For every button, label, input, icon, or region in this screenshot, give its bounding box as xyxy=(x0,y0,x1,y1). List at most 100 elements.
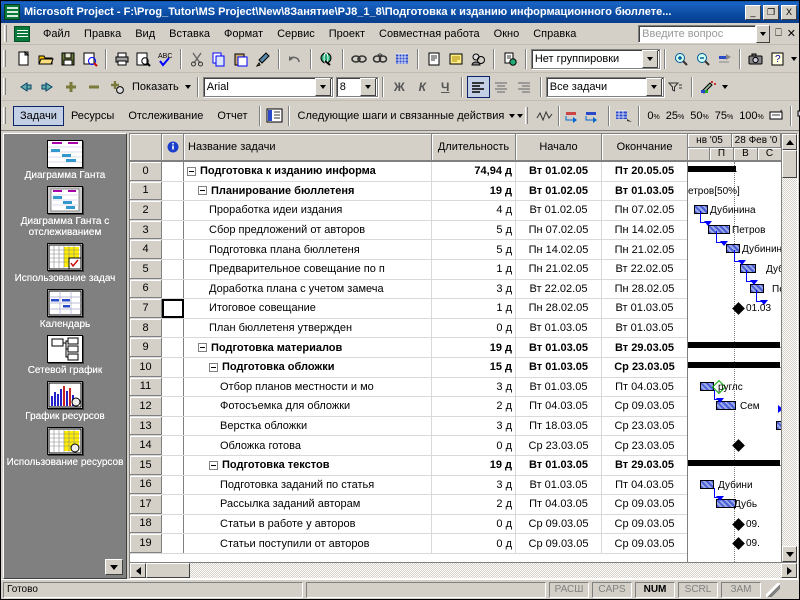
row-indicator-cell[interactable] xyxy=(162,475,184,495)
autofilter-icon[interactable] xyxy=(664,76,687,98)
align-center-icon[interactable] xyxy=(490,76,513,98)
formatting-toolbar-handle[interactable] xyxy=(3,78,10,95)
column-header-id[interactable] xyxy=(130,134,162,161)
horizontal-scroll-thumb-left[interactable] xyxy=(146,563,190,578)
align-left-icon[interactable] xyxy=(466,75,490,98)
task-name-cell[interactable]: Статьи в работе у авторов xyxy=(184,514,432,534)
view-item-gantt-chart[interactable]: Диаграмма Ганта xyxy=(4,140,126,181)
group-by-combo[interactable]: Нет группировки xyxy=(530,48,660,69)
table-row[interactable]: 11 Отбор планов местности и мо 3 д Вт 01.03… xyxy=(130,377,687,398)
row-id-cell[interactable]: 2 xyxy=(130,201,162,220)
indent-arrow-icon[interactable] xyxy=(36,76,59,98)
row-indicator-cell[interactable] xyxy=(162,514,184,534)
view-item-calendar[interactable]: Календарь xyxy=(4,289,126,330)
restore-window-icon[interactable]: ⎕ xyxy=(775,27,782,40)
close-document-icon[interactable]: ✕ xyxy=(787,27,796,40)
row-indicator-cell[interactable] xyxy=(162,299,184,318)
close-button[interactable]: X xyxy=(781,4,797,20)
table-row[interactable]: 5 Предварительное совещание по п 1 д Пн 21.… xyxy=(130,259,687,280)
menu-collaborate[interactable]: Совместная работа xyxy=(372,25,487,43)
table-row[interactable]: 14 Обложка готова 0 д Ср 23.03.05 Ср 23.03.0… xyxy=(130,436,687,456)
resize-grip[interactable] xyxy=(766,582,780,597)
table-row[interactable]: 7 Итоговое совещание 1 д Пн 28.02.05 Вт 01.0… xyxy=(130,299,687,319)
bold-button[interactable]: Ж xyxy=(388,76,411,98)
hyperlink-globe-icon[interactable] xyxy=(316,48,338,70)
row-id-cell[interactable]: 19 xyxy=(130,534,162,553)
task-duration-cell[interactable]: 74,94 д xyxy=(432,162,516,181)
task-start-cell[interactable]: Вт 01.02.05 xyxy=(516,181,602,201)
row-id-cell[interactable]: 13 xyxy=(130,416,162,436)
table-row[interactable]: 18 Статьи в работе у авторов 0 д Ср 09.03.0… xyxy=(130,514,687,535)
task-start-cell[interactable]: Пн 07.02.05 xyxy=(516,220,602,240)
table-row[interactable]: 8 План бюллетеня утвержден 0 д Вт 01.03.05 В… xyxy=(130,318,687,339)
task-duration-cell[interactable]: 19 д xyxy=(432,181,516,201)
task-name-cell[interactable]: Сбор предложений от авторов xyxy=(184,220,432,240)
task-finish-cell[interactable]: Вт 29.03.05 xyxy=(602,456,687,475)
publish-icon[interactable] xyxy=(499,48,521,70)
task-finish-cell[interactable]: Ср 09.03.05 xyxy=(602,534,687,553)
row-indicator-cell[interactable] xyxy=(162,357,184,377)
row-indicator-cell[interactable] xyxy=(162,534,184,553)
task-finish-cell[interactable]: Вт 01.03.05 xyxy=(602,319,687,338)
notes-icon[interactable] xyxy=(445,48,467,70)
table-row[interactable]: 12 Фотосъемка для обложки 2 д Пт 04.03.05 Ср… xyxy=(130,397,687,417)
task-finish-cell[interactable]: Вт 01.03.05 xyxy=(602,182,687,201)
toolbar-options-icon[interactable] xyxy=(789,48,799,70)
percent-0-button[interactable]: 0% xyxy=(644,110,662,122)
next-steps-menu[interactable]: Следующие шаги и связанные действия xyxy=(294,110,509,122)
view-item-task-usage[interactable]: Использование задач xyxy=(4,243,126,284)
gantt-task-bar[interactable] xyxy=(776,420,781,430)
print-icon[interactable] xyxy=(111,48,133,70)
menu-help[interactable]: Справка xyxy=(526,25,583,43)
zoom-out-icon[interactable] xyxy=(692,48,714,70)
task-start-cell[interactable]: Вт 01.03.05 xyxy=(516,318,602,338)
task-start-cell[interactable]: Пт 18.03.05 xyxy=(516,416,602,436)
task-start-cell[interactable]: Пн 21.02.05 xyxy=(516,259,602,279)
row-indicator-cell[interactable] xyxy=(162,397,184,416)
column-header-task-name[interactable]: Название задачи xyxy=(184,134,432,161)
row-indicator-cell[interactable] xyxy=(162,201,184,220)
paste-icon[interactable] xyxy=(230,48,252,70)
copy-picture-camera-icon[interactable] xyxy=(745,48,767,70)
task-duration-cell[interactable]: 1 д xyxy=(432,299,516,318)
table-row[interactable]: 2 Проработка идеи издания 4 д Вт 01.02.05 Пн… xyxy=(130,201,687,221)
new-document-icon[interactable] xyxy=(13,48,35,70)
project-guide-handle[interactable] xyxy=(3,107,10,124)
row-indicator-cell[interactable] xyxy=(162,455,184,475)
task-start-cell[interactable]: Вт 22.02.05 xyxy=(516,279,602,299)
row-id-cell[interactable]: 5 xyxy=(130,259,162,279)
percent-25-button[interactable]: 25% xyxy=(663,110,687,122)
outdent-arrow-icon[interactable] xyxy=(13,76,36,98)
row-indicator-cell[interactable] xyxy=(162,338,184,357)
reschedule-work-icon[interactable] xyxy=(584,105,604,127)
column-header-indicators[interactable] xyxy=(162,134,184,161)
link-tasks-icon[interactable] xyxy=(348,48,370,70)
row-indicator-cell[interactable] xyxy=(162,318,184,338)
scroll-up-button[interactable] xyxy=(782,134,797,150)
maximize-button[interactable]: ❐ xyxy=(763,4,779,20)
scroll-right-button[interactable] xyxy=(781,563,797,578)
align-right-icon[interactable] xyxy=(513,76,536,98)
task-start-cell[interactable]: Вт 01.03.05 xyxy=(516,475,602,495)
task-finish-cell[interactable]: Ср 23.03.05 xyxy=(602,417,687,436)
row-id-cell[interactable]: 3 xyxy=(130,220,162,240)
table-row[interactable]: 9 Подготовка материалов 19 д Вт 01.03.05 Вт … xyxy=(130,338,687,358)
menu-tools[interactable]: Сервис xyxy=(270,25,322,43)
task-finish-cell[interactable]: Ср 23.03.05 xyxy=(602,436,687,455)
row-indicator-cell[interactable] xyxy=(162,495,184,514)
task-name-cell[interactable]: Отбор планов местности и мо xyxy=(184,377,432,397)
task-duration-cell[interactable]: 0 д xyxy=(432,514,516,534)
toolbar-options-icon[interactable] xyxy=(516,105,524,127)
task-duration-cell[interactable]: 3 д xyxy=(432,416,516,436)
add-progress-line-icon[interactable] xyxy=(614,105,634,127)
menu-window[interactable]: Окно xyxy=(487,25,527,43)
task-finish-cell[interactable]: Ср 23.03.05 xyxy=(602,358,687,377)
tracking-gantt-icon[interactable] xyxy=(535,105,554,127)
row-id-cell[interactable]: 10 xyxy=(130,357,162,377)
percent-100-button[interactable]: 100% xyxy=(736,110,767,122)
task-duration-cell[interactable]: 3 д xyxy=(432,377,516,397)
update-as-scheduled-icon[interactable] xyxy=(564,105,584,127)
task-duration-cell[interactable]: 2 д xyxy=(432,397,516,416)
menu-insert[interactable]: Вставка xyxy=(162,25,217,43)
task-start-cell[interactable]: Ср 09.03.05 xyxy=(516,534,602,553)
